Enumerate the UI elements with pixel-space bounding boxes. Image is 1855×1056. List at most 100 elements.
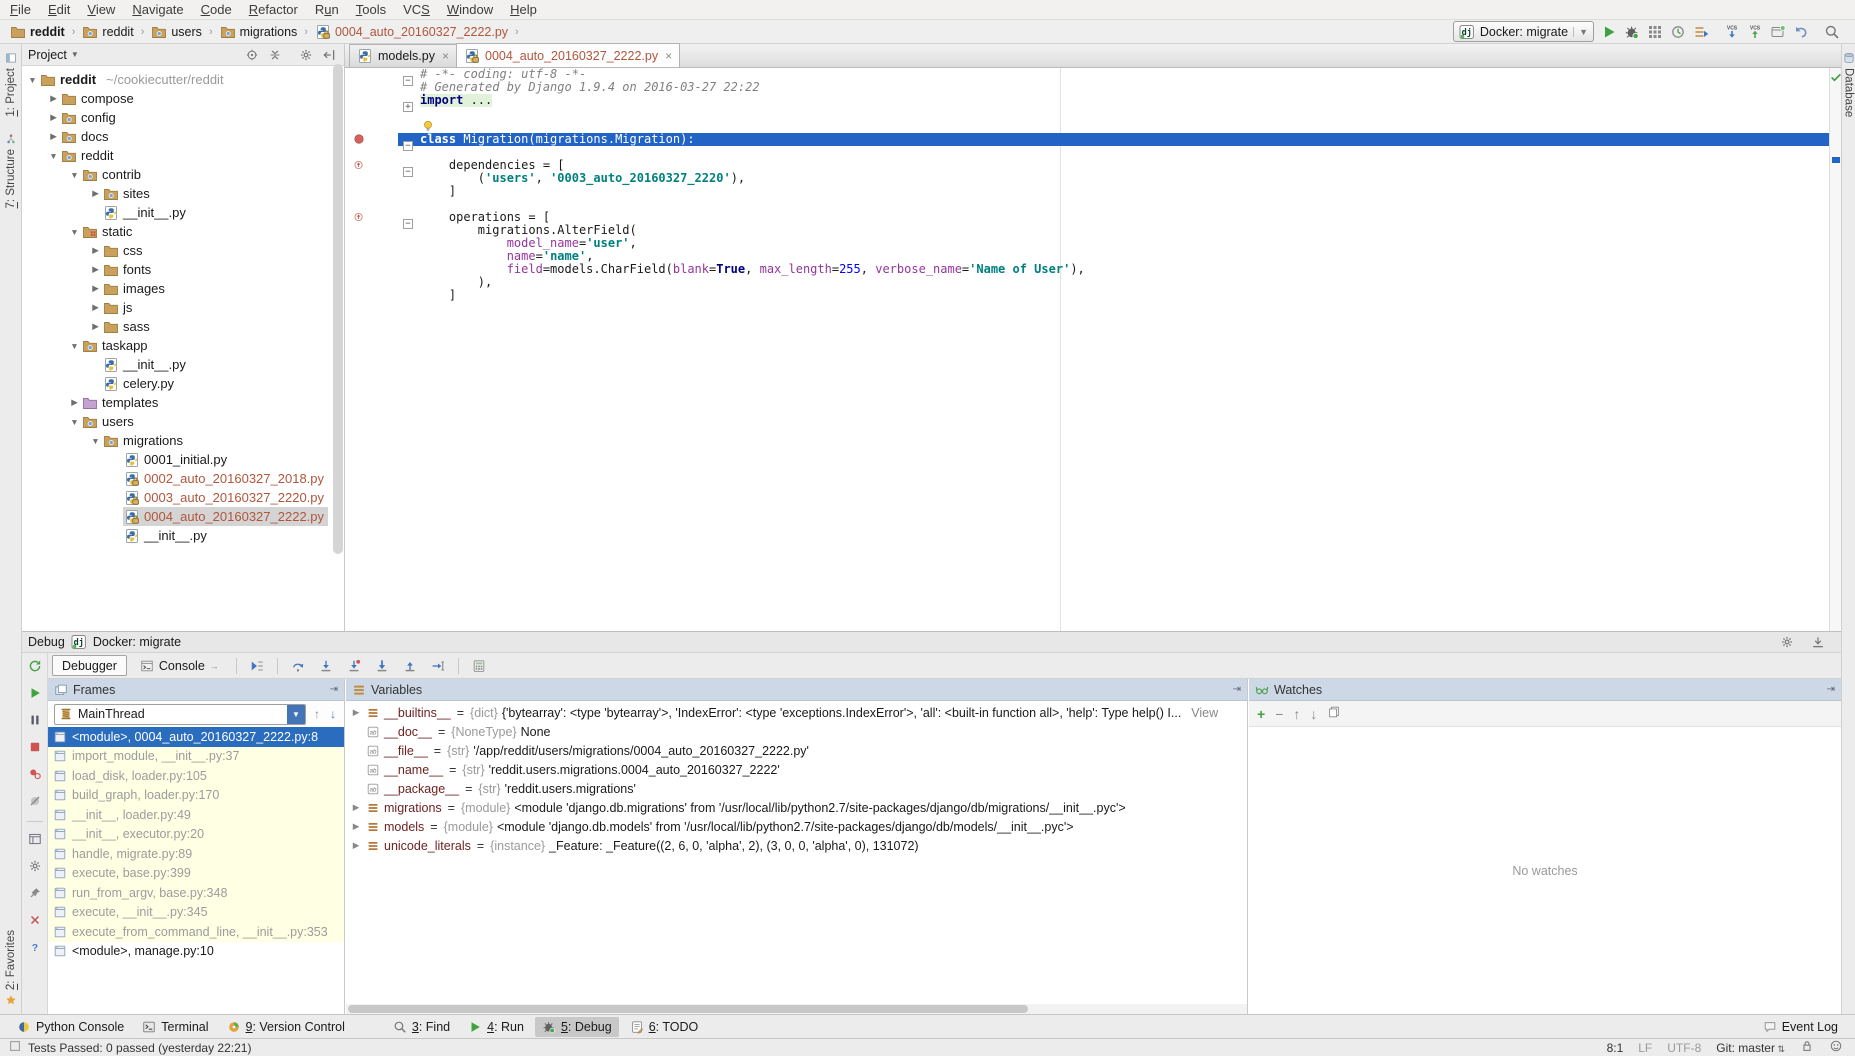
collapse-arrow-icon[interactable]: ▼	[26, 75, 39, 85]
editor-gutter[interactable]	[345, 289, 398, 302]
tree-item[interactable]: ▼migrations	[22, 431, 344, 450]
help-button[interactable]: ?	[28, 940, 42, 957]
editor-error-stripe[interactable]	[1829, 68, 1841, 631]
editor-gutter[interactable]	[345, 224, 398, 237]
toolwindow-button-9-version-control[interactable]: 9: Version Control	[220, 1017, 352, 1037]
tree-item[interactable]: ▼users	[22, 412, 344, 431]
menu-window[interactable]: Window	[447, 2, 493, 17]
tree-item[interactable]: ▶js	[22, 298, 344, 317]
pin-button[interactable]	[28, 886, 42, 903]
editor-gutter[interactable]	[345, 81, 398, 94]
frame-row[interactable]: execute, base.py:399	[48, 864, 344, 884]
editor-gutter[interactable]	[345, 276, 398, 289]
stepout-button[interactable]	[398, 655, 422, 677]
tree-item[interactable]: ▶templates	[22, 393, 344, 412]
editor-gutter[interactable]	[345, 198, 398, 211]
code-area[interactable]: −# -*- coding: utf-8 -*-# Generated by D…	[345, 68, 1829, 631]
copy-button[interactable]	[1327, 705, 1341, 722]
collapse-arrow-icon[interactable]: ▼	[68, 341, 81, 351]
resume-button[interactable]	[28, 686, 42, 703]
bug-button[interactable]	[1620, 21, 1643, 43]
stepmycode-button[interactable]	[342, 655, 366, 677]
editor-gutter[interactable]	[345, 146, 398, 159]
collapse-button[interactable]	[263, 44, 286, 66]
next-frame-button[interactable]: ↓	[328, 707, 338, 721]
expand-arrow-icon[interactable]: ▶	[47, 93, 60, 104]
runlines-button[interactable]	[1689, 21, 1712, 43]
expand-arrow-icon[interactable]: ▶	[89, 302, 102, 313]
expand-arrow-icon[interactable]: ▶	[350, 802, 362, 813]
gearsm-button[interactable]	[294, 44, 317, 66]
editor-gutter[interactable]	[345, 94, 398, 107]
tree-item[interactable]: ▶docs	[22, 127, 344, 146]
editor-tab-models-py[interactable]: models.py×	[349, 44, 457, 67]
expand-arrow-icon[interactable]: ▶	[89, 321, 102, 332]
variable-row[interactable]: ▶__builtins__={dict}{'bytearray': <type …	[346, 703, 1247, 722]
debug-tab-debugger[interactable]: Debugger	[52, 655, 127, 676]
rerun-button[interactable]	[28, 659, 42, 676]
expand-arrow-icon[interactable]: ▶	[350, 840, 362, 851]
viewbp-button[interactable]	[28, 767, 42, 784]
frame-row[interactable]: <module>, 0004_auto_20160327_2222.py:8	[48, 727, 344, 747]
target-button[interactable]	[240, 44, 263, 66]
expand-arrow-icon[interactable]: ▶	[350, 821, 362, 832]
editor-gutter[interactable]	[345, 211, 398, 224]
frame-row[interactable]: run_from_argv, base.py:348	[48, 883, 344, 903]
debug-tab-console[interactable]: Console→	[131, 655, 228, 676]
chevron-down-icon[interactable]: ▼	[287, 705, 305, 724]
panel-options-icon[interactable]: ⇥	[1827, 684, 1835, 695]
status-widget-utf-8[interactable]: UTF-8	[1667, 1041, 1701, 1055]
frame-row[interactable]: import_module, __init__.py:37	[48, 747, 344, 767]
editor-gutter[interactable]	[345, 172, 398, 185]
status-widget-git-master[interactable]: Git: master ⇅	[1716, 1041, 1785, 1055]
editor-gutter[interactable]	[345, 250, 398, 263]
panel-options-icon[interactable]: ⇥	[1233, 684, 1241, 695]
menu-help[interactable]: Help	[510, 2, 537, 17]
collapse-arrow-icon[interactable]: ▼	[68, 417, 81, 427]
menu-code[interactable]: Code	[201, 2, 232, 17]
panel-options-icon[interactable]: ⇥	[330, 684, 338, 695]
frame-row[interactable]: execute, __init__.py:345	[48, 903, 344, 923]
run-configuration-combo[interactable]: dj Docker: migrate ▼	[1453, 21, 1594, 42]
toolwindow-button-3-find[interactable]: 3: Find	[386, 1017, 457, 1037]
editor-gutter[interactable]	[345, 68, 398, 81]
variable-row[interactable]: ab__name__={str}'reddit.users.migrations…	[346, 760, 1247, 779]
toolwindow-button-6-todo[interactable]: 6: TODO	[623, 1017, 706, 1037]
tree-scrollbar[interactable]	[333, 64, 343, 554]
move-down-button[interactable]: ↓	[1310, 706, 1317, 722]
tree-item[interactable]: 0002_auto_20160327_2018.py	[22, 469, 344, 488]
tree-item[interactable]: ▶sites	[22, 184, 344, 203]
collapse-arrow-icon[interactable]: ▼	[68, 227, 81, 237]
view-link[interactable]: View	[1191, 706, 1218, 720]
remove-watch-button[interactable]: −	[1275, 706, 1283, 722]
breakpoint-icon[interactable]	[353, 133, 365, 145]
pause-button[interactable]	[28, 713, 42, 730]
expand-arrow-icon[interactable]: ▶	[47, 112, 60, 123]
editor-gutter[interactable]	[345, 185, 398, 198]
status-widget-8-1[interactable]: 8:1	[1607, 1041, 1624, 1055]
stop-button[interactable]	[28, 740, 42, 757]
run-button[interactable]	[1597, 21, 1620, 43]
tree-item[interactable]: 0003_auto_20160327_2220.py	[22, 488, 344, 507]
toolwindow-button-terminal[interactable]: Terminal	[135, 1017, 215, 1037]
showexec-button[interactable]	[245, 655, 269, 677]
tree-item[interactable]: ▶config	[22, 108, 344, 127]
breadcrumb-item[interactable]: reddit	[8, 24, 67, 40]
menu-view[interactable]: View	[87, 2, 115, 17]
breadcrumb-item[interactable]: reddit	[80, 24, 135, 40]
stepover-button[interactable]	[286, 655, 310, 677]
undo-button[interactable]	[1789, 21, 1812, 43]
expand-arrow-icon[interactable]: ▶	[89, 245, 102, 256]
close-icon[interactable]: ×	[665, 49, 672, 63]
tree-item[interactable]: ▶images	[22, 279, 344, 298]
coverage-button[interactable]	[1643, 21, 1666, 43]
shelve-button[interactable]	[1766, 21, 1789, 43]
tree-item[interactable]: ▶sass	[22, 317, 344, 336]
thread-selector[interactable]: MainThread ▼	[54, 704, 306, 725]
toolwindow-button-event-log[interactable]: Event Log	[1756, 1017, 1845, 1037]
hector-widget[interactable]	[1829, 1039, 1843, 1056]
breadcrumb-item[interactable]: users	[149, 24, 204, 40]
hidedown-button[interactable]	[1806, 631, 1829, 653]
previous-frame-button[interactable]: ↑	[312, 707, 322, 721]
move-up-button[interactable]: ↑	[1293, 706, 1300, 722]
